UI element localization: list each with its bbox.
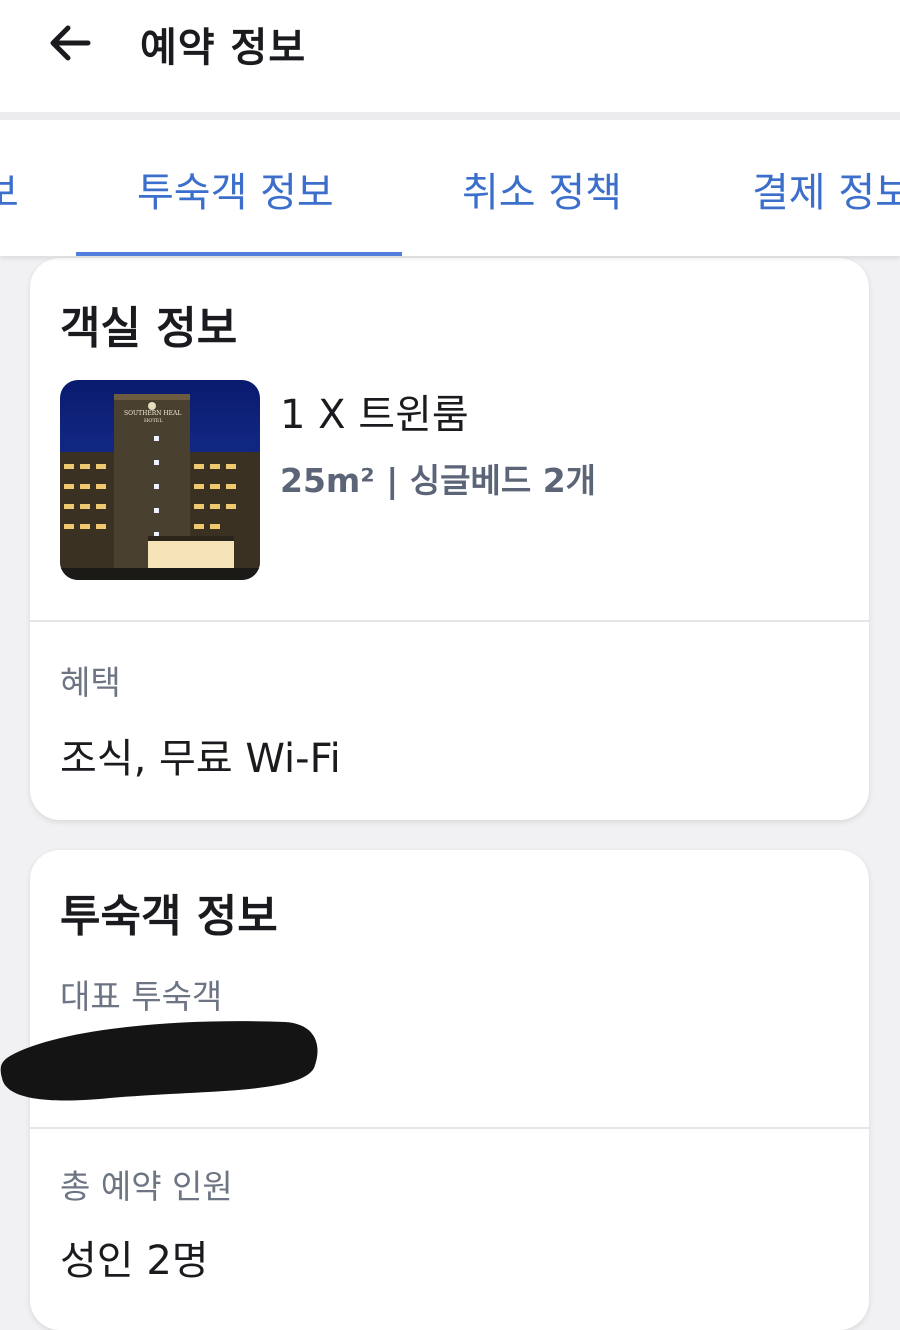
room-detail: 25m² | 싱글베드 2개 <box>280 461 597 500</box>
room-info-title: 객실 정보 <box>60 303 238 354</box>
hotel-sign-subtext: HOTEL <box>144 418 163 424</box>
card-divider <box>30 620 869 622</box>
back-button[interactable] <box>44 20 96 66</box>
room-name: 1 X 트윈룸 <box>280 392 469 438</box>
app-header: 예약 정보 <box>0 0 900 112</box>
active-tab-indicator <box>76 252 402 256</box>
tab-bar: 보 투숙객 정보 취소 정책 결제 정보 <box>0 120 900 256</box>
hotel-sign-text: SOUTHERN HEAL <box>124 410 182 417</box>
tab-payment-info[interactable]: 결제 정보 <box>752 160 900 218</box>
benefit-value: 조식, 무료 Wi-Fi <box>60 736 341 782</box>
guest-info-title: 투숙객 정보 <box>60 891 278 942</box>
tab-guest-info[interactable]: 투숙객 정보 <box>137 160 334 218</box>
benefit-label: 혜택 <box>60 663 121 702</box>
arrow-left-icon <box>50 25 91 61</box>
page-title: 예약 정보 <box>140 25 307 71</box>
main-guest-label: 대표 투숙객 <box>60 977 223 1016</box>
total-guests-value: 성인 2명 <box>60 1238 209 1284</box>
card-divider <box>30 1127 869 1129</box>
room-photo[interactable]: SOUTHERN HEAL HOTEL <box>60 380 260 580</box>
redaction-mark <box>0 1021 318 1101</box>
header-divider <box>0 112 900 120</box>
room-info-card: 객실 정보 SOUTHERN HEAL HOTEL 1 X 트윈룸 25m² |… <box>30 258 869 820</box>
tab-reservation[interactable]: 보 <box>0 160 19 218</box>
tab-cancellation-policy[interactable]: 취소 정책 <box>462 160 622 218</box>
total-guests-label: 총 예약 인원 <box>60 1167 233 1206</box>
